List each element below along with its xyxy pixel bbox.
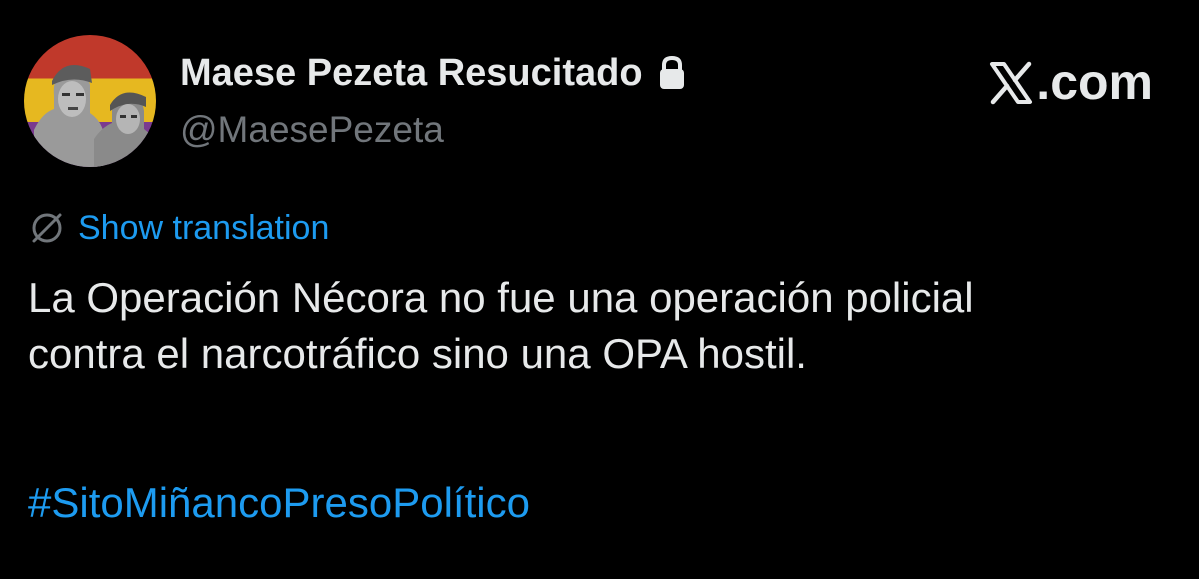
author-handle[interactable]: @MaesePezeta xyxy=(180,108,444,152)
lock-icon xyxy=(657,55,687,91)
site-domain: .com xyxy=(1036,54,1153,110)
avatar[interactable] xyxy=(24,35,156,167)
display-name-text: Maese Pezeta Resucitado xyxy=(180,52,643,94)
show-translation-button[interactable]: Show translation xyxy=(28,205,329,251)
show-translation-label: Show translation xyxy=(78,209,330,247)
hashtag-link[interactable]: #SitoMiñancoPresoPolítico xyxy=(28,475,530,531)
x-logo-icon xyxy=(988,59,1034,105)
x-com-brand: .com xyxy=(988,52,1153,112)
tweet-line: La Operación Nécora no fue una operación… xyxy=(28,274,974,321)
tweet-line: contra el narcotráfico sino una OPA host… xyxy=(28,330,807,377)
author-display-name[interactable]: Maese Pezeta Resucitado xyxy=(180,50,687,96)
tweet-card: Maese Pezeta Resucitado @MaesePezeta .co… xyxy=(0,0,1199,579)
tweet-body: La Operación Nécora no fue una operación… xyxy=(28,270,1178,382)
globe-slash-icon xyxy=(28,209,66,247)
